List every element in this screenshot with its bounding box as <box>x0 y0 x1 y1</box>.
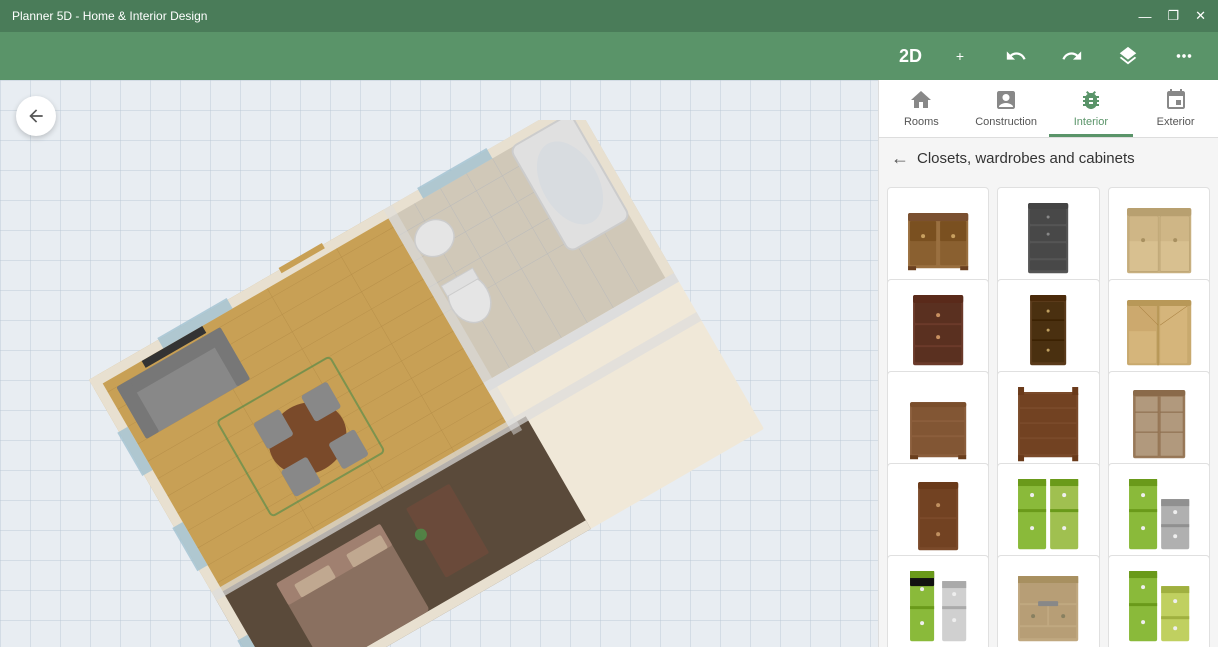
furniture-item-11[interactable] <box>997 463 1099 565</box>
furniture-item-1[interactable] <box>887 187 989 289</box>
app-title: Planner 5D - Home & Interior Design <box>12 9 207 23</box>
tab-exterior-label: Exterior <box>1157 116 1195 128</box>
furniture-item-7[interactable] <box>887 371 989 473</box>
floorplan <box>60 120 840 647</box>
furniture-item-8[interactable] <box>997 371 1099 473</box>
furniture-item-12[interactable] <box>1108 463 1210 565</box>
back-category-button[interactable]: ← <box>891 148 909 169</box>
furniture-item-9[interactable] <box>1108 371 1210 473</box>
furniture-item-2[interactable] <box>997 187 1099 289</box>
right-panel: Rooms Construction Interior Exterior ← C… <box>878 80 1218 647</box>
category-title: Closets, wardrobes and cabinets <box>917 150 1135 167</box>
furniture-item-6[interactable] <box>1108 279 1210 381</box>
add-button[interactable]: + <box>942 38 978 74</box>
furniture-item-13[interactable] <box>887 555 989 647</box>
breadcrumb: ← Closets, wardrobes and cabinets <box>879 138 1218 179</box>
more-button[interactable] <box>1166 38 1202 74</box>
tab-construction-label: Construction <box>975 116 1037 128</box>
undo-button[interactable] <box>998 38 1034 74</box>
redo-button[interactable] <box>1054 38 1090 74</box>
tab-exterior[interactable]: Exterior <box>1133 80 1218 137</box>
tab-rooms[interactable]: Rooms <box>879 80 964 137</box>
minimize-btn[interactable]: — <box>1138 9 1151 24</box>
furniture-item-15[interactable] <box>1108 555 1210 647</box>
furniture-item-14[interactable] <box>997 555 1099 647</box>
toolbar: 2D + <box>0 32 1218 80</box>
tab-rooms-label: Rooms <box>904 116 939 128</box>
titlebar: Planner 5D - Home & Interior Design — ❐ … <box>0 0 1218 32</box>
furniture-item-10[interactable] <box>887 463 989 565</box>
close-btn[interactable]: ✕ <box>1195 8 1206 24</box>
tab-construction[interactable]: Construction <box>964 80 1049 137</box>
layers-button[interactable] <box>1110 38 1146 74</box>
furniture-item-5[interactable] <box>997 279 1099 381</box>
furniture-item-4[interactable] <box>887 279 989 381</box>
back-button[interactable] <box>16 96 56 136</box>
main-content: Rooms Construction Interior Exterior ← C… <box>0 80 1218 647</box>
items-grid <box>879 179 1218 647</box>
maximize-btn[interactable]: ❐ <box>1167 8 1179 24</box>
window-controls: — ❐ ✕ <box>1138 8 1206 24</box>
tab-interior-label: Interior <box>1074 116 1108 128</box>
tab-interior[interactable]: Interior <box>1049 80 1134 137</box>
furniture-item-3[interactable] <box>1108 187 1210 289</box>
view-2d-button[interactable]: 2D <box>899 46 922 67</box>
canvas-area <box>0 80 878 647</box>
category-tabs: Rooms Construction Interior Exterior <box>879 80 1218 138</box>
